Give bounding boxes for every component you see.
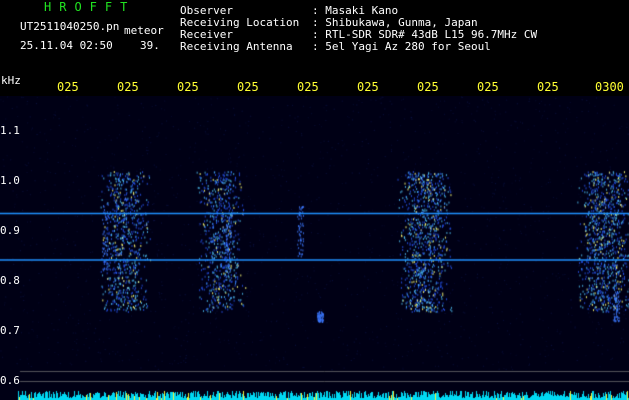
x-tick-label: 025 (237, 80, 259, 94)
y-tick-label: 0.7 (0, 324, 20, 337)
x-tick-label: 025 (57, 80, 79, 94)
y-unit-label: kHz (1, 74, 21, 87)
x-tick-label: 025 (537, 80, 559, 94)
x-tick-label: 025 (417, 80, 439, 94)
y-tick-label: 0.6 (0, 374, 20, 387)
x-tick-label: 025 (117, 80, 139, 94)
x-tick-label: 025 (297, 80, 319, 94)
x-tick-label: 0300 (595, 80, 624, 94)
hrofft-window: HROFFT UT2511040250.pn meteor 25.11.04 0… (0, 0, 629, 400)
x-tick-label: 025 (477, 80, 499, 94)
axis-layer: kHz 1.1 1.0 0.9 0.8 0.7 0.6 025 025 025 025 025 025… (0, 0, 629, 400)
y-tick-label: 0.9 (0, 224, 20, 237)
y-tick-label: 1.0 (0, 174, 20, 187)
y-tick-label: 0.8 (0, 274, 20, 287)
x-tick-label: 025 (357, 80, 379, 94)
x-tick-label: 025 (177, 80, 199, 94)
y-tick-label: 1.1 (0, 124, 20, 137)
